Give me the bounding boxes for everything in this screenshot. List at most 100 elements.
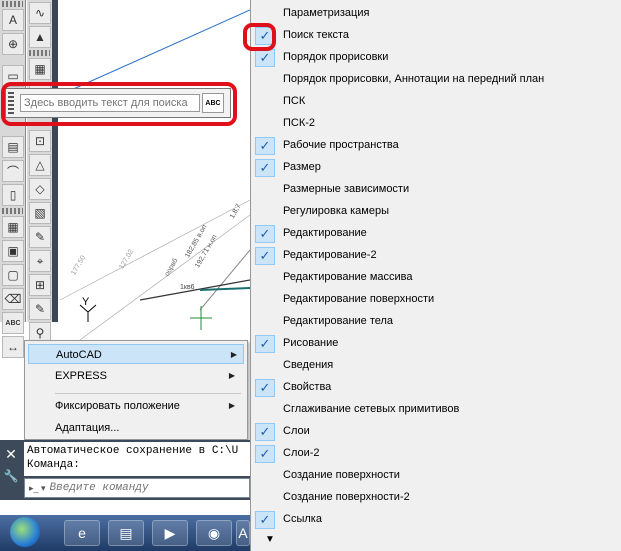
diamond-tool-button[interactable]: ◇: [29, 178, 51, 200]
menu-item[interactable]: Размерные зависимости: [251, 179, 621, 201]
command-history-line: Команда:: [27, 459, 80, 471]
table-tool-button[interactable]: ▦: [29, 58, 51, 80]
checkmark-icon: ✓: [255, 335, 275, 353]
toolbars-menu: Параметризация ✓ Поиск текста ✓ Порядок прор…: [250, 0, 621, 551]
menu-item[interactable]: Параметризация: [251, 3, 621, 25]
windows-taskbar: e ▤ ▶ ◉ A: [0, 515, 250, 551]
menu-item[interactable]: Создание поверхности: [251, 465, 621, 487]
menu-item[interactable]: ✓ Рабочие пространства: [251, 135, 621, 157]
cylinder-tool-button[interactable]: ▯: [2, 184, 24, 206]
menu-item[interactable]: Порядок прорисовки, Аннотации на передни…: [251, 69, 621, 91]
menu-item[interactable]: ✓ Редактирование-2: [251, 245, 621, 267]
menu-item-label: Поиск текста: [283, 29, 350, 41]
copy-tool-button[interactable]: ▦: [2, 216, 24, 238]
edit-tool-button[interactable]: ✎: [29, 226, 51, 248]
command-history-line: Автоматическое сохранение в C:\U: [27, 445, 239, 457]
text-tool-button[interactable]: A: [2, 9, 24, 31]
menu-item-label: Редактирование тела: [283, 315, 394, 327]
menu-item[interactable]: Сглаживание сетевых примитивов: [251, 399, 621, 421]
toolbar-grip[interactable]: [2, 208, 23, 214]
draw-toolbar: A ⊕ ▭ ▤ ⌒ ▯ ▦ ▣ ▢ ⌫ ABC ↔: [0, 0, 26, 358]
submenu-item-express[interactable]: EXPRESS ▶: [55, 366, 241, 386]
start-button-icon[interactable]: [10, 517, 40, 547]
drawing-canvas[interactable]: 1кв6 оорвб 177,50 127,02 182,85 в.оп 192…: [0, 0, 250, 551]
menu-item-label: Размерные зависимости: [283, 183, 410, 195]
menu-item[interactable]: ✓ Слои-2: [251, 443, 621, 465]
checkmark-icon: ✓: [255, 225, 275, 243]
menu-item[interactable]: ✓ Порядок прорисовки: [251, 47, 621, 69]
menu-item-label: Порядок прорисовки: [283, 51, 389, 63]
menu-item[interactable]: ✓ Слои: [251, 421, 621, 443]
autocad-taskbar-icon[interactable]: A: [236, 520, 250, 546]
submenu-item-autocad[interactable]: AutoCAD ▶: [28, 344, 244, 364]
menu-item-label: Ссылка: [283, 513, 322, 525]
wrench-icon[interactable]: 🔧: [0, 469, 22, 483]
menu-item[interactable]: ✓ Поиск текста: [251, 25, 621, 47]
menu-item[interactable]: Сведения: [251, 355, 621, 377]
fill-tool-button[interactable]: ▲: [29, 26, 51, 48]
toolbar-context-submenu: AutoCAD ▶ EXPRESS ▶ Фиксировать положени…: [24, 340, 248, 440]
move-tool-button[interactable]: ↔: [2, 336, 24, 358]
snap-tool-button[interactable]: ⌖: [29, 250, 51, 272]
submenu-item-customize[interactable]: Адаптация...: [55, 418, 241, 438]
toolbar-grip[interactable]: [29, 50, 50, 56]
pen-tool-button[interactable]: ✎: [29, 298, 51, 320]
close-icon[interactable]: ✕: [0, 446, 22, 463]
media-player-icon[interactable]: ▶: [152, 520, 188, 546]
menu-item-label: Создание поверхности-2: [283, 491, 410, 503]
command-history: Автоматическое сохранение в C:\U Команда…: [24, 442, 250, 476]
grid-tool-button[interactable]: ▧: [29, 202, 51, 224]
menu-item-label: ПСК: [283, 95, 306, 107]
arc-tool-button[interactable]: ⌒: [2, 160, 24, 182]
scroll-down-arrow-icon[interactable]: ▼: [265, 534, 275, 545]
menu-item-label: Параметризация: [283, 7, 370, 19]
firefox-icon[interactable]: ◉: [196, 520, 232, 546]
command-prompt-icon[interactable]: ▸_ ▾: [29, 483, 46, 494]
menu-item[interactable]: Редактирование тела: [251, 311, 621, 333]
frame-tool-button[interactable]: ▢: [2, 264, 24, 286]
layers-tool-button[interactable]: ▣: [2, 240, 24, 262]
point-tool-button[interactable]: ⊕: [2, 33, 24, 55]
menu-item-label: Слои-2: [283, 447, 320, 459]
menu-item-label: Слои: [283, 425, 310, 437]
command-input[interactable]: [49, 482, 230, 494]
toolbar-grip[interactable]: [2, 1, 23, 7]
hatch-tool-button[interactable]: ▤: [2, 136, 24, 158]
region-tool-button[interactable]: ⊡: [29, 130, 51, 152]
menu-item-label: Редактирование поверхности: [283, 293, 435, 305]
file-explorer-icon[interactable]: ▤: [108, 520, 144, 546]
menu-item[interactable]: ✓ Размер: [251, 157, 621, 179]
checkmark-icon: ✓: [255, 423, 275, 441]
highlight-ring: [1, 82, 237, 126]
menu-item-label: Рабочие пространства: [283, 139, 399, 151]
menu-item[interactable]: ✓ Свойства: [251, 377, 621, 399]
submenu-item-lock-position[interactable]: Фиксировать положение ▶: [55, 396, 241, 416]
erase-tool-button[interactable]: ⌫: [2, 288, 24, 310]
internet-explorer-icon[interactable]: e: [64, 520, 100, 546]
menu-item[interactable]: ПСК-2: [251, 113, 621, 135]
menu-item[interactable]: ПСК: [251, 91, 621, 113]
checkmark-icon: ✓: [255, 49, 275, 67]
menu-item-label: Редактирование-2: [283, 249, 377, 261]
checkmark-icon: ✓: [255, 511, 275, 529]
menu-item[interactable]: ✓ Рисование: [251, 333, 621, 355]
command-input-row: ▸_ ▾: [24, 478, 250, 498]
triangle-tool-button[interactable]: △: [29, 154, 51, 176]
checkmark-icon: ✓: [255, 159, 275, 177]
panel-divider: [52, 0, 58, 322]
submenu-item-label: Адаптация...: [55, 422, 120, 434]
menu-item-label: Редактирование массива: [283, 271, 413, 283]
menu-item[interactable]: Регулировка камеры: [251, 201, 621, 223]
menu-item[interactable]: Редактирование массива: [251, 267, 621, 289]
menu-item-label: Сглаживание сетевых примитивов: [283, 403, 460, 415]
checkmark-icon: ✓: [255, 247, 275, 265]
menu-item[interactable]: ✓ Редактирование: [251, 223, 621, 245]
drawing-label: Y: [82, 296, 90, 308]
menu-item[interactable]: ✓ Ссылка: [251, 509, 621, 531]
submenu-item-label: EXPRESS: [55, 370, 107, 382]
spell-check-button[interactable]: ABC: [2, 312, 24, 334]
array-tool-button[interactable]: ⊞: [29, 274, 51, 296]
spline-tool-button[interactable]: ∿: [29, 2, 51, 24]
menu-item[interactable]: Редактирование поверхности: [251, 289, 621, 311]
menu-item[interactable]: Создание поверхности-2: [251, 487, 621, 509]
